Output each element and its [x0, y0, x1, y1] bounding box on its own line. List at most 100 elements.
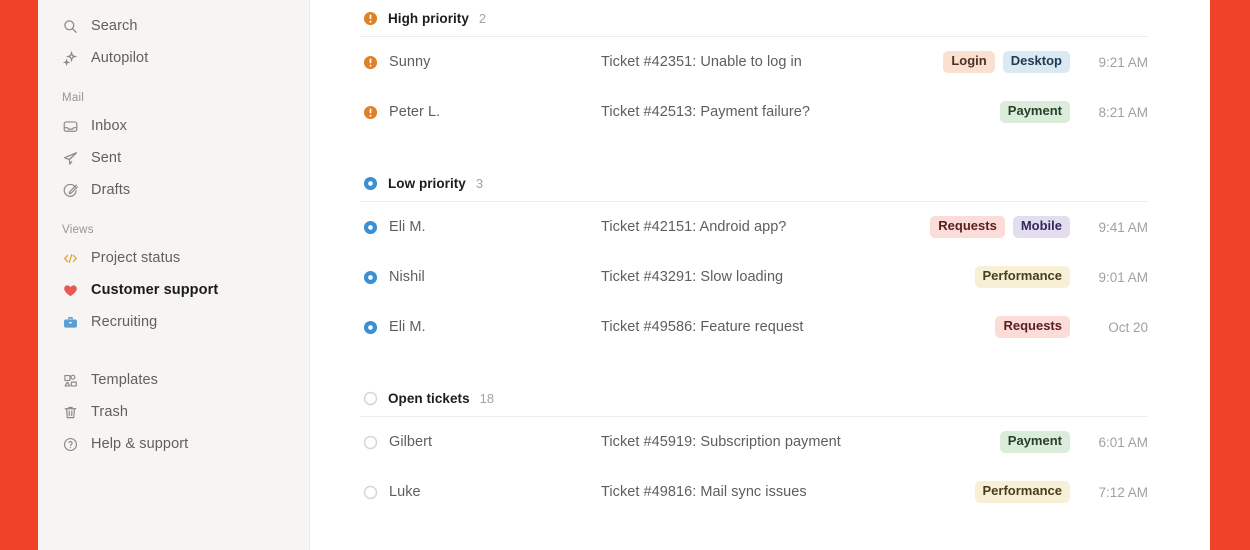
sidebar-group-title-mail: Mail	[62, 92, 85, 104]
section-title: Low priority	[388, 175, 466, 191]
question-circle-icon	[62, 436, 79, 453]
section-title: Open tickets	[388, 390, 470, 406]
heart-icon	[62, 282, 79, 299]
sidebar-top-group: Search Autopilot	[38, 10, 309, 74]
open-ticket-icon[interactable]	[363, 435, 378, 450]
ticket-tag[interactable]: Requests	[930, 216, 1005, 238]
ticket-subject: Ticket #45919: Subscription payment	[601, 434, 841, 450]
ticket-timestamp: 9:41 AM	[1098, 219, 1148, 235]
search-icon	[62, 18, 79, 35]
sidebar-item-label: Sent	[91, 149, 122, 166]
section-count: 3	[475, 175, 484, 191]
ticket-tag[interactable]: Payment	[999, 101, 1070, 123]
sidebar-item-project-status[interactable]: Project status	[52, 242, 295, 274]
sidebar-item-label: Project status	[91, 249, 181, 266]
ticket-row[interactable]: Luke Ticket #49816: Mail sync issues Perfo…	[360, 467, 1148, 517]
row-status-cell: Nishil	[363, 269, 601, 285]
ticket-row[interactable]: Gilbert Ticket #45919: Subscription payme…	[360, 417, 1148, 467]
high-priority-icon[interactable]	[363, 105, 378, 120]
high-priority-icon[interactable]	[363, 55, 378, 70]
ticket-tags: Payment	[999, 101, 1070, 123]
ticket-tag[interactable]: Desktop	[1002, 51, 1070, 73]
sidebar-item-help-support[interactable]: Help & support	[52, 428, 295, 460]
ticket-sender: Sunny	[389, 54, 431, 70]
sidebar-item-label: Templates	[91, 371, 158, 388]
ticket-tag[interactable]: Requests	[995, 316, 1070, 338]
ticket-subject: Ticket #43291: Slow loading	[601, 269, 784, 285]
right-red-rail	[1210, 0, 1250, 550]
section-header-open-tickets[interactable]: Open tickets 18	[360, 380, 1148, 416]
ticket-tags: Requests	[995, 316, 1070, 338]
code-brackets-icon	[62, 250, 79, 267]
app-frame: Search Autopilot Mail Inbox Sent Drafts Vie…	[0, 0, 1250, 550]
ticket-tags: Requests Mobile	[930, 216, 1070, 238]
sidebar-item-label: Search	[91, 17, 138, 34]
ticket-tags: Login Desktop	[943, 51, 1070, 73]
ticket-row[interactable]: Nishil Ticket #43291: Slow loading Perform…	[360, 252, 1148, 302]
sidebar-item-label: Inbox	[91, 117, 127, 134]
ticket-row[interactable]: Eli M. Ticket #49586: Feature request Requ…	[360, 302, 1148, 352]
ticket-tags: Performance	[974, 266, 1070, 288]
sidebar: Search Autopilot Mail Inbox Sent Drafts Vie…	[38, 0, 310, 550]
sidebar-item-search[interactable]: Search	[52, 10, 295, 42]
open-ticket-icon[interactable]	[363, 485, 378, 500]
low-priority-icon[interactable]	[363, 320, 378, 335]
sparkle-icon	[62, 50, 79, 67]
section-header-low-priority[interactable]: Low priority 3	[360, 165, 1148, 201]
section-title: High priority	[388, 10, 469, 26]
row-status-cell: Sunny	[363, 54, 601, 70]
ticket-row[interactable]: Peter L. Ticket #42513: Payment failure? P…	[360, 87, 1148, 137]
row-status-cell: Eli M.	[363, 319, 601, 335]
trash-icon	[62, 404, 79, 421]
row-status-cell: Gilbert	[363, 434, 601, 450]
section-count: 2	[478, 10, 487, 26]
section-open-tickets: Open tickets 18 Gilbert Ticket #45919: Subs…	[360, 380, 1148, 517]
ticket-tags: Performance	[974, 481, 1070, 503]
section-header-high-priority[interactable]: High priority 2	[360, 0, 1148, 36]
sidebar-item-label: Trash	[91, 403, 129, 420]
sidebar-item-trash[interactable]: Trash	[52, 396, 295, 428]
sidebar-item-autopilot[interactable]: Autopilot	[52, 42, 295, 74]
sidebar-views-group: Project status Customer support Recruiting	[38, 242, 309, 338]
sidebar-item-label: Drafts	[91, 181, 131, 198]
ticket-tag[interactable]: Performance	[974, 481, 1070, 503]
ticket-tag[interactable]: Login	[943, 51, 995, 73]
ticket-tag[interactable]: Payment	[999, 431, 1070, 453]
sidebar-item-templates[interactable]: Templates	[52, 364, 295, 396]
row-status-cell: Luke	[363, 484, 601, 500]
sidebar-item-recruiting[interactable]: Recruiting	[52, 306, 295, 338]
sidebar-utility-group: Templates Trash Help & support	[38, 364, 309, 460]
ticket-sender: Eli M.	[389, 319, 426, 335]
ticket-subject: Ticket #42151: Android app?	[601, 219, 787, 235]
left-red-rail	[0, 0, 38, 550]
ticket-sender: Peter L.	[389, 104, 441, 120]
sidebar-group-title-views: Views	[62, 224, 94, 236]
ticket-sender: Nishil	[389, 269, 425, 285]
section-count: 18	[479, 390, 495, 406]
sidebar-item-label: Help & support	[91, 435, 189, 452]
ticket-row[interactable]: Sunny Ticket #42351: Unable to log in Logi…	[360, 37, 1148, 87]
sidebar-item-customer-support[interactable]: Customer support	[52, 274, 295, 306]
sidebar-item-label: Customer support	[91, 281, 219, 298]
ticket-timestamp: 8:21 AM	[1098, 104, 1148, 120]
ticket-row[interactable]: Eli M. Ticket #42151: Android app? Request…	[360, 202, 1148, 252]
ticket-tag[interactable]: Mobile	[1012, 216, 1070, 238]
sidebar-item-sent[interactable]: Sent	[52, 142, 295, 174]
ticket-timestamp: 9:01 AM	[1098, 269, 1148, 285]
sidebar-item-inbox[interactable]: Inbox	[52, 110, 295, 142]
paper-plane-icon	[62, 150, 79, 167]
ticket-timestamp: 9:21 AM	[1098, 54, 1148, 70]
section-low-priority: Low priority 3 Eli M. Ticket #42151: Androi…	[360, 165, 1148, 352]
low-priority-icon[interactable]	[363, 220, 378, 235]
low-priority-icon[interactable]	[363, 270, 378, 285]
ticket-tag[interactable]: Performance	[974, 266, 1070, 288]
ticket-timestamp: 7:12 AM	[1098, 484, 1148, 500]
inbox-icon	[62, 118, 79, 135]
sidebar-item-drafts[interactable]: Drafts	[52, 174, 295, 206]
low-priority-icon	[363, 176, 378, 191]
high-priority-icon	[363, 11, 378, 26]
ticket-timestamp: Oct 20	[1108, 319, 1148, 335]
ticket-sender: Eli M.	[389, 219, 426, 235]
